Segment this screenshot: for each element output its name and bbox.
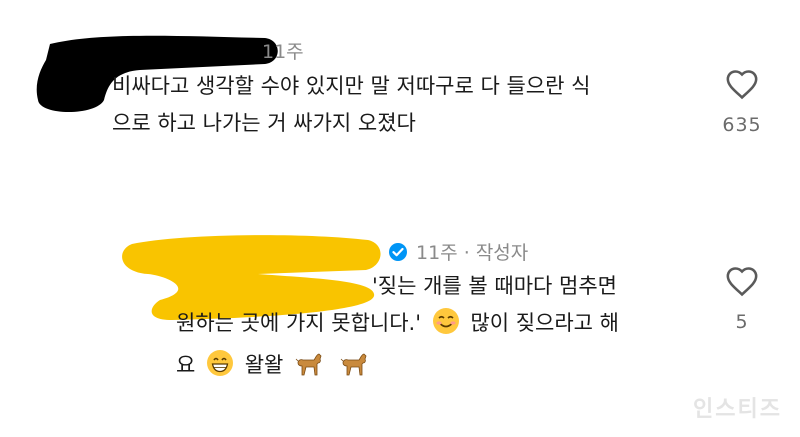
heart-icon[interactable] [725, 265, 759, 297]
heart-icon[interactable] [725, 68, 759, 100]
comment-time: 11주 [262, 41, 304, 63]
watermark: 인스티즈 [693, 397, 782, 422]
meta-separator: · [463, 242, 470, 264]
verified-badge-icon [388, 242, 408, 267]
dog-icon [294, 349, 324, 389]
comment-line: 비싸다고 생각할 수야 있지만 말 저따구로 다 들으란 식 [112, 74, 591, 98]
comment-fragment: 왈왈 [244, 353, 284, 377]
like-button[interactable]: 5 [712, 265, 772, 333]
comment-fragment: 많이 짖으라고 해 [470, 311, 619, 335]
comment-text: '짖는 개를 볼 때마다 멈추면 원하는 곳에 가지 못합니다.' 많이 짖으라… [176, 268, 619, 389]
comment-text: 비싸다고 생각할 수야 있지만 말 저따구로 다 들으란 식 으로 하고 나가는… [112, 68, 590, 142]
like-button[interactable]: 635 [712, 68, 772, 136]
comment-line: 요 왈왈 [176, 347, 619, 389]
author-tag: 작성자 [475, 242, 529, 264]
comment-fragment: 요 [176, 353, 196, 377]
dog-icon [339, 349, 369, 389]
like-count: 5 [735, 311, 749, 333]
comment-time: 11주 [416, 242, 458, 264]
comment-line: 원하는 곳에 가지 못합니다.' 많이 짖으라고 해 [176, 305, 619, 347]
comment-fragment: 원하는 곳에 가지 못합니다.' [176, 311, 421, 335]
comment-line: '짖는 개를 볼 때마다 멈추면 [372, 274, 617, 298]
smiling-face-icon [432, 307, 460, 347]
comment-meta: 11주 · 작성자 [384, 238, 528, 267]
comment-2: 11주 · 작성자 '짖는 개를 볼 때마다 멈추면 원하는 곳에 가지 못합니… [0, 220, 800, 437]
comment-line: 으로 하고 나가는 거 싸가지 오졌다 [112, 111, 416, 135]
like-count: 635 [722, 114, 762, 136]
comment-1: 11주 비싸다고 생각할 수야 있지만 말 저따구로 다 들으란 식 으로 하고… [0, 0, 800, 200]
grinning-face-icon [206, 349, 234, 389]
